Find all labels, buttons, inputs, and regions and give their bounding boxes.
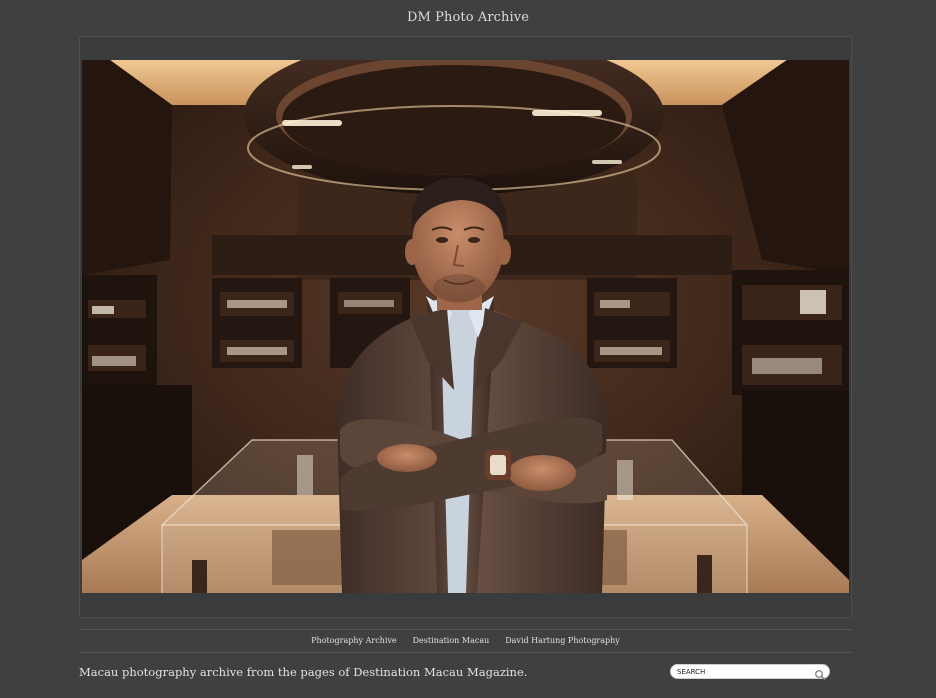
search-input[interactable] bbox=[677, 666, 807, 677]
footer-nav: Photography Archive Destination Macau Da… bbox=[79, 636, 852, 645]
featured-photo[interactable] bbox=[82, 60, 849, 593]
footer-link-photography-archive[interactable]: Photography Archive bbox=[311, 636, 396, 645]
site-title[interactable]: DM Photo Archive bbox=[0, 10, 936, 25]
search-box bbox=[670, 664, 830, 681]
photo-illustration bbox=[82, 60, 849, 593]
footer-link-david-hartung-photography[interactable]: David Hartung Photography bbox=[505, 636, 620, 645]
site-tagline: Macau photography archive from the pages… bbox=[79, 665, 528, 679]
footer-divider-top bbox=[79, 629, 852, 630]
footer-link-destination-macau[interactable]: Destination Macau bbox=[413, 636, 490, 645]
magnifier-icon[interactable] bbox=[814, 666, 826, 681]
footer-divider-bottom bbox=[79, 652, 852, 653]
page: DM Photo Archive Photography Archive Des… bbox=[0, 0, 936, 698]
